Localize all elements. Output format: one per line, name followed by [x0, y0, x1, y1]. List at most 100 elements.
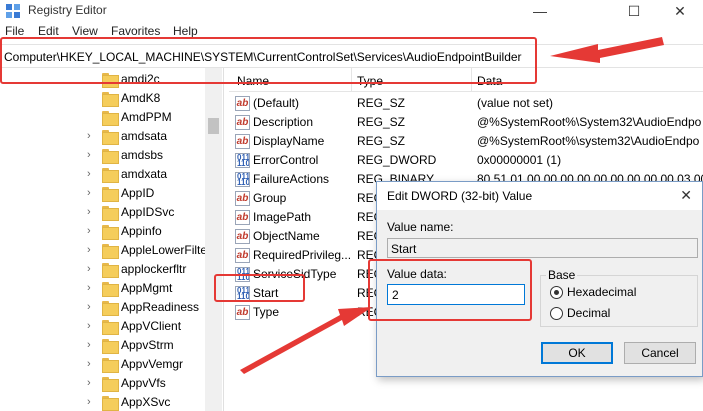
chevron-right-icon[interactable]: › [87, 130, 91, 142]
close-icon: ✕ [674, 2, 686, 19]
string-value-icon: ab [235, 191, 250, 206]
value-name: DisplayName [253, 134, 325, 148]
title-bar: Registry Editor — ☐ ✕ [0, 0, 703, 22]
close-button[interactable]: ✕ [657, 0, 703, 22]
registry-editor-icon [6, 4, 20, 18]
value-name: FailureActions [253, 172, 330, 186]
tree-item-label: amdsata [121, 129, 168, 143]
tree-item[interactable]: › AppleLowerFilte [0, 241, 207, 260]
key-tree[interactable]: amdi2c AmdK8 AmdPPM › amdsata › amdsbs › amdxata… [0, 68, 223, 411]
tree-item-label: AppvStrm [121, 338, 174, 352]
folder-icon [102, 168, 119, 183]
value-row[interactable]: ab (Default) REG_SZ (value not set) [229, 94, 703, 113]
base-group [540, 275, 698, 327]
tree-scrollbar[interactable] [205, 68, 222, 411]
binary-value-icon: 011 110 [235, 172, 250, 187]
cancel-button[interactable]: Cancel [624, 342, 696, 364]
chevron-right-icon[interactable]: › [87, 263, 91, 275]
value-name-field: Start [387, 238, 698, 258]
chevron-right-icon[interactable]: › [87, 187, 91, 199]
tree-item[interactable]: › amdsata [0, 127, 205, 146]
folder-icon [102, 320, 119, 335]
hexadecimal-label[interactable]: Hexadecimal [567, 285, 636, 299]
tree-item[interactable]: › amdxata [0, 165, 205, 184]
chevron-right-icon[interactable]: › [87, 168, 91, 180]
value-name: ImagePath [253, 210, 312, 224]
tree-item[interactable]: › amdsbs [0, 146, 205, 165]
folder-icon [102, 187, 119, 202]
folder-icon [102, 282, 119, 297]
tree-item[interactable]: › AppIDSvc [0, 203, 205, 222]
start-highlight-box [214, 274, 305, 302]
decimal-radio[interactable] [550, 307, 563, 320]
tree-item[interactable]: › AppReadiness [0, 298, 205, 317]
tree-item[interactable]: › AppvVemgr [0, 355, 205, 374]
chevron-right-icon[interactable]: › [87, 206, 91, 218]
folder-icon [102, 130, 119, 145]
value-type: REG_SZ [357, 96, 406, 110]
menu-edit[interactable]: Edit [38, 24, 59, 38]
tree-item[interactable]: › AppVClient [0, 317, 205, 336]
tree-item[interactable]: AmdK8 [0, 89, 205, 108]
tree-item-label: AppvVemgr [121, 357, 184, 371]
chevron-right-icon[interactable]: › [87, 149, 91, 161]
folder-icon [102, 339, 119, 354]
tree-item-label: AppXSvc [121, 395, 171, 409]
tree-item[interactable]: › AppXSvc [0, 393, 205, 411]
tree-item-label: Appinfo [121, 224, 162, 238]
folder-icon [102, 263, 119, 278]
tree-item[interactable]: AmdPPM [0, 108, 205, 127]
maximize-icon: ☐ [627, 2, 641, 19]
value-name: Group [253, 191, 287, 205]
tree-item-label: AppID [121, 186, 155, 200]
chevron-right-icon[interactable]: › [87, 320, 91, 332]
folder-icon [102, 92, 119, 107]
dialog-close-icon[interactable]: ✕ [680, 187, 692, 204]
tree-scroll-thumb[interactable] [208, 118, 219, 134]
tree-item[interactable]: › AppvStrm [0, 336, 205, 355]
value-name-label: Value name: [387, 220, 454, 234]
chevron-right-icon[interactable]: › [87, 225, 91, 237]
dialog-title-bar: Edit DWORD (32-bit) Value ✕ [377, 182, 702, 210]
tree-item-label: amdsbs [121, 148, 164, 162]
tree-item[interactable]: › Appinfo [0, 222, 205, 241]
chevron-right-icon[interactable]: › [87, 339, 91, 351]
string-value-icon: ab [235, 229, 250, 244]
chevron-right-icon[interactable]: › [87, 244, 91, 256]
folder-icon [102, 244, 119, 259]
chevron-right-icon[interactable]: › [87, 282, 91, 294]
decimal-label[interactable]: Decimal [567, 306, 610, 320]
value-row[interactable]: 011 110 ErrorControl REG_DWORD 0x00000001 (… [229, 151, 703, 170]
tree-item-label: AmdPPM [121, 110, 172, 124]
string-value-icon: ab [235, 210, 250, 225]
ok-button[interactable]: OK [541, 342, 613, 364]
folder-icon [102, 358, 119, 373]
value-data: 0x00000001 (1) [477, 153, 562, 167]
maximize-button[interactable]: ☐ [611, 0, 657, 22]
menu-favorites[interactable]: Favorites [111, 24, 160, 38]
chevron-right-icon[interactable]: › [87, 396, 91, 408]
hexadecimal-radio[interactable] [550, 286, 563, 299]
tree-item[interactable]: › AppID [0, 184, 205, 203]
value-row[interactable]: ab DisplayName REG_SZ @%SystemRoot%\system3… [229, 132, 703, 151]
tree-item-label: AppVClient [121, 319, 182, 333]
chevron-right-icon[interactable]: › [87, 377, 91, 389]
string-value-icon: ab [235, 305, 250, 320]
address-highlight-box [0, 37, 537, 84]
folder-icon [102, 111, 119, 126]
tree-item-label: AppMgmt [121, 281, 173, 295]
chevron-right-icon[interactable]: › [87, 358, 91, 370]
value-name: ErrorControl [253, 153, 319, 167]
value-row[interactable]: ab Description REG_SZ @%SystemRoot%\System3… [229, 113, 703, 132]
tree-item[interactable]: › AppMgmt [0, 279, 205, 298]
dialog-title: Edit DWORD (32-bit) Value [387, 189, 533, 203]
tree-item[interactable]: › AppvVfs [0, 374, 205, 393]
tree-item[interactable]: › applockerfltr [0, 260, 205, 279]
menu-file[interactable]: File [5, 24, 24, 38]
value-name: ObjectName [253, 229, 320, 243]
chevron-right-icon[interactable]: › [87, 301, 91, 313]
binary-value-icon: 011 110 [235, 153, 250, 168]
menu-view[interactable]: View [72, 24, 98, 38]
menu-help[interactable]: Help [173, 24, 198, 38]
minimize-button[interactable]: — [517, 0, 563, 22]
